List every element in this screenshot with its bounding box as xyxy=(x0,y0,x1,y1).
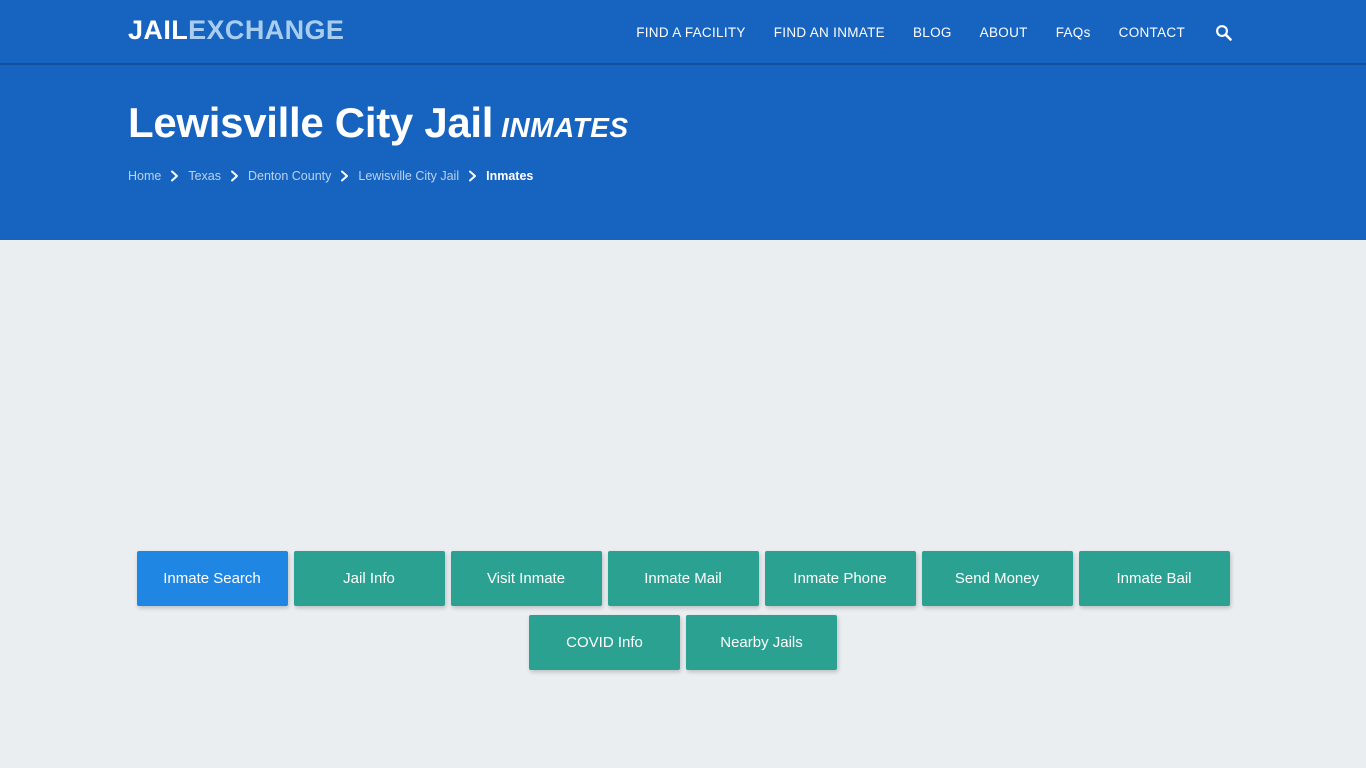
facility-tab-buttons: Inmate Search Jail Info Visit Inmate Inm… xyxy=(0,551,1366,679)
logo-text-primary: JAIL xyxy=(128,15,189,45)
tab-inmate-search[interactable]: Inmate Search xyxy=(136,551,288,606)
facility-tab-row-2: COVID Info Nearby Jails xyxy=(0,615,1366,670)
tab-jail-info[interactable]: Jail Info xyxy=(293,551,445,606)
tab-inmate-phone[interactable]: Inmate Phone xyxy=(764,551,916,606)
breadcrumb-item-lewisville-city-jail[interactable]: Lewisville City Jail xyxy=(358,170,459,183)
page-title: Lewisville City Jail INMATES xyxy=(128,65,1238,145)
main-navigation: FIND A FACILITY FIND AN INMATE BLOG ABOU… xyxy=(622,0,1238,65)
tab-nearby-jails[interactable]: Nearby Jails xyxy=(686,615,837,670)
chevron-right-icon xyxy=(230,170,239,182)
chevron-right-icon xyxy=(340,170,349,182)
logo-text-secondary: EXCHANGE xyxy=(188,15,345,45)
breadcrumb-item-texas[interactable]: Texas xyxy=(188,170,221,183)
site-header: JAILEXCHANGE FIND A FACILITY FIND AN INM… xyxy=(0,0,1366,65)
search-icon[interactable] xyxy=(1199,24,1238,41)
nav-about[interactable]: ABOUT xyxy=(966,0,1042,65)
page-title-suffix: INMATES xyxy=(501,112,629,143)
nav-find-an-inmate[interactable]: FIND AN INMATE xyxy=(760,0,899,65)
site-logo[interactable]: JAILEXCHANGE xyxy=(128,17,344,44)
breadcrumb-item-denton-county[interactable]: Denton County xyxy=(248,170,331,183)
breadcrumb-item-inmates: Inmates xyxy=(486,169,534,184)
facility-tab-row-1: Inmate Search Jail Info Visit Inmate Inm… xyxy=(0,551,1366,606)
main-content: Inmate Search Jail Info Visit Inmate Inm… xyxy=(0,240,1366,768)
tab-inmate-mail[interactable]: Inmate Mail xyxy=(607,551,759,606)
nav-blog[interactable]: BLOG xyxy=(899,0,966,65)
chevron-right-icon xyxy=(170,170,179,182)
tab-inmate-bail[interactable]: Inmate Bail xyxy=(1078,551,1230,606)
nav-contact[interactable]: CONTACT xyxy=(1105,0,1199,65)
breadcrumb: Home Texas Denton County Lewisville City… xyxy=(128,170,1238,183)
tab-send-money[interactable]: Send Money xyxy=(921,551,1073,606)
page-hero: Lewisville City Jail INMATES Home Texas D… xyxy=(0,65,1366,240)
chevron-right-icon xyxy=(468,170,477,182)
breadcrumb-item-home[interactable]: Home xyxy=(128,170,161,183)
nav-faqs[interactable]: FAQs xyxy=(1042,0,1105,65)
page-title-main: Lewisville City Jail xyxy=(128,99,494,146)
tab-visit-inmate[interactable]: Visit Inmate xyxy=(450,551,602,606)
tab-covid-info[interactable]: COVID Info xyxy=(529,615,680,670)
nav-find-a-facility[interactable]: FIND A FACILITY xyxy=(622,0,760,65)
